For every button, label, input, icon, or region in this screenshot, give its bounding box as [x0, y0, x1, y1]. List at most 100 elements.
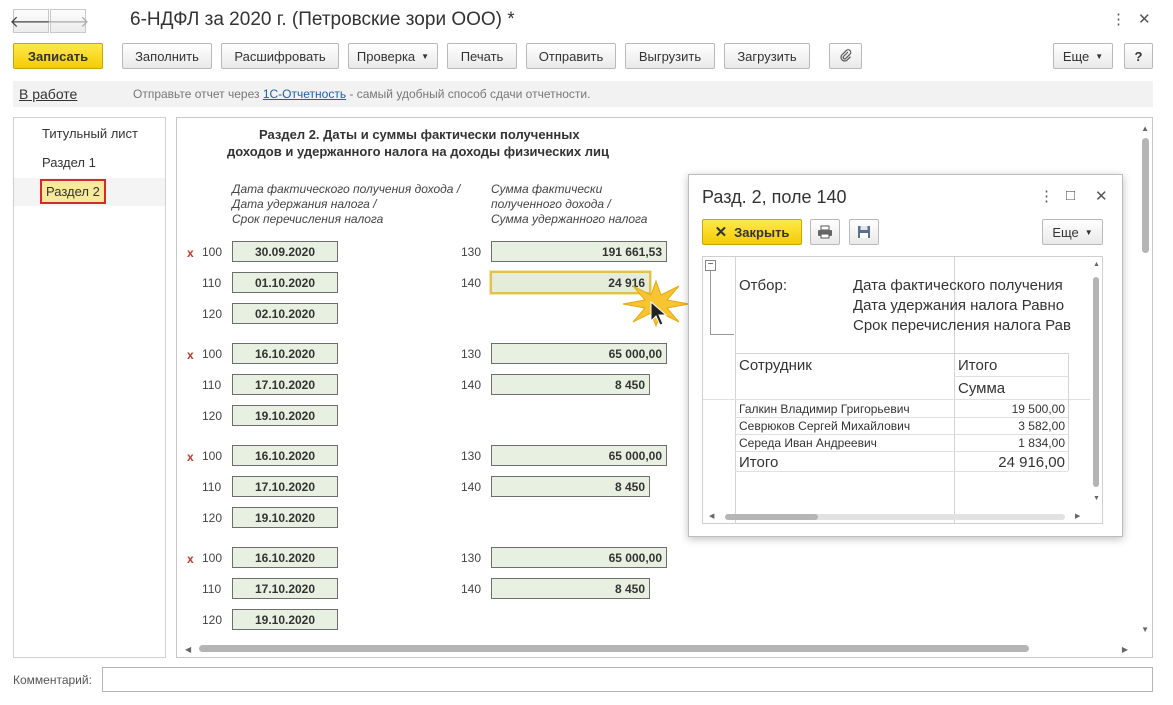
- date-field-100[interactable]: 16.10.2020: [232, 547, 338, 568]
- date-field-110[interactable]: 17.10.2020: [232, 578, 338, 599]
- row-code-120: 120: [202, 613, 223, 627]
- total-column-header: Итого: [958, 357, 998, 374]
- popup-more-dropdown[interactable]: Еще ▼: [1042, 219, 1103, 245]
- minus-box-icon[interactable]: −: [705, 260, 716, 271]
- fill-button[interactable]: Заполнить: [122, 43, 212, 69]
- scroll-left-icon[interactable]: ◀: [709, 512, 714, 520]
- date-field-120[interactable]: 19.10.2020: [232, 405, 338, 426]
- delete-block-icon[interactable]: x: [187, 450, 194, 464]
- employee-name: Севрюков Сергей Михайлович: [739, 419, 911, 433]
- delete-block-icon[interactable]: x: [187, 246, 194, 260]
- close-x-icon: ✕: [714, 224, 728, 241]
- popup-print-button[interactable]: [810, 219, 840, 245]
- sum-column-header: Сумма: [958, 380, 1006, 397]
- amount-field-130[interactable]: 191 661,53: [491, 241, 667, 262]
- date-field-100[interactable]: 16.10.2020: [232, 343, 338, 364]
- close-icon[interactable]: ✕: [1138, 10, 1151, 28]
- employee-sum: 19 500,00: [1011, 402, 1065, 416]
- save-button[interactable]: Записать: [13, 43, 103, 69]
- total-row-sum: 24 916,00: [998, 454, 1065, 471]
- sums-header-line3: Сумма удержанного налога: [491, 212, 648, 226]
- decode-popup-window: Разд. 2, поле 140 ⋮ □ ✕ ✕ Закрыть Еще ▼ − …: [688, 174, 1123, 537]
- grid-line: [735, 434, 1068, 435]
- sums-header-line2: полученного дохода /: [491, 197, 611, 211]
- check-dropdown-button[interactable]: Проверка ▼: [348, 43, 438, 69]
- comment-input[interactable]: [102, 667, 1153, 692]
- date-field-120[interactable]: 02.10.2020: [232, 303, 338, 324]
- more-button-label: Еще: [1062, 48, 1090, 64]
- popup-close-label: Закрыть: [734, 224, 790, 240]
- window-title: 6-НДФЛ за 2020 г. (Петровские зори ООО) …: [130, 9, 515, 30]
- export-button[interactable]: Выгрузить: [625, 43, 715, 69]
- sidebar-item-title-page[interactable]: Титульный лист: [42, 126, 138, 141]
- amount-field-130[interactable]: 65 000,00: [491, 547, 667, 568]
- scroll-right-icon[interactable]: ▶: [1122, 645, 1128, 654]
- report-vertical-scrollbar[interactable]: [1093, 277, 1099, 487]
- date-field-120[interactable]: 19.10.2020: [232, 507, 338, 528]
- section-title-line1: Раздел 2. Даты и суммы фактически получе…: [259, 127, 580, 142]
- send-button[interactable]: Отправить: [526, 43, 616, 69]
- kebab-menu-icon[interactable]: ⋮: [1111, 10, 1126, 28]
- decode-button[interactable]: Расшифровать: [221, 43, 339, 69]
- scroll-up-icon[interactable]: ▲: [1141, 124, 1149, 133]
- popup-save-button[interactable]: [849, 219, 879, 245]
- report-spreadsheet[interactable]: − Отбор: Дата фактического получения Дат…: [702, 256, 1103, 524]
- amount-field-130[interactable]: 65 000,00: [491, 343, 667, 364]
- section-nav: Титульный лист Раздел 1 Раздел 2: [13, 117, 166, 658]
- kebab-menu-icon[interactable]: ⋮: [1039, 187, 1054, 205]
- scroll-right-icon[interactable]: ▶: [1075, 512, 1080, 520]
- amount-field-130[interactable]: 65 000,00: [491, 445, 667, 466]
- back-button[interactable]: 🡐: [10, 9, 52, 33]
- forward-button[interactable]: 🡒: [47, 9, 89, 33]
- amount-field-140[interactable]: 8 450: [491, 476, 650, 497]
- reporting-link[interactable]: 1С-Отчетность: [263, 87, 346, 101]
- maximize-icon[interactable]: □: [1066, 187, 1075, 204]
- popup-title: Разд. 2, поле 140: [702, 187, 847, 207]
- attach-button[interactable]: [829, 43, 862, 69]
- delete-block-icon[interactable]: x: [187, 552, 194, 566]
- dates-header-line1: Дата фактического получения дохода /: [232, 182, 461, 196]
- horizontal-scrollbar[interactable]: [199, 645, 1029, 652]
- date-field-110[interactable]: 01.10.2020: [232, 272, 338, 293]
- report-horizontal-scrollbar[interactable]: [725, 514, 818, 520]
- date-field-110[interactable]: 17.10.2020: [232, 476, 338, 497]
- grid-line: [703, 399, 1090, 400]
- scroll-up-icon[interactable]: ▲: [1093, 261, 1100, 268]
- import-button[interactable]: Загрузить: [724, 43, 810, 69]
- vertical-scrollbar[interactable]: [1142, 138, 1149, 253]
- comment-label: Комментарий:: [13, 673, 92, 687]
- popup-close-button[interactable]: ✕ Закрыть: [702, 219, 802, 245]
- info-text-before: Отправьте отчет через: [133, 87, 263, 101]
- grid-line: [1068, 353, 1069, 471]
- dates-header-line2: Дата удержания налога /: [232, 197, 377, 211]
- delete-block-icon[interactable]: x: [187, 348, 194, 362]
- row-code-130: 130: [461, 347, 482, 361]
- group-line: [710, 334, 734, 335]
- scroll-down-icon[interactable]: ▼: [1141, 625, 1149, 634]
- amount-field-140[interactable]: 8 450: [491, 578, 650, 599]
- help-button[interactable]: ?: [1124, 43, 1153, 69]
- floppy-disk-icon: [858, 226, 870, 238]
- status-link[interactable]: В работе: [19, 86, 77, 102]
- row-code-140: 140: [461, 582, 482, 596]
- sidebar-item-section-2[interactable]: Раздел 2: [40, 179, 106, 204]
- employee-sum: 3 582,00: [1018, 419, 1065, 433]
- section-title-line2: доходов и удержанного налога на доходы ф…: [227, 144, 609, 159]
- amount-field-140[interactable]: 8 450: [491, 374, 650, 395]
- date-field-100[interactable]: 16.10.2020: [232, 445, 338, 466]
- close-icon[interactable]: ✕: [1095, 187, 1108, 205]
- date-field-110[interactable]: 17.10.2020: [232, 374, 338, 395]
- print-button[interactable]: Печать: [447, 43, 517, 69]
- row-code-140: 140: [461, 276, 482, 290]
- scroll-left-icon[interactable]: ◀: [185, 645, 191, 654]
- grid-line: [954, 376, 1068, 377]
- row-code-120: 120: [202, 511, 223, 525]
- more-dropdown-button[interactable]: Еще ▼: [1053, 43, 1113, 69]
- scroll-down-icon[interactable]: ▼: [1093, 495, 1100, 502]
- row-code-140: 140: [461, 378, 482, 392]
- date-field-120[interactable]: 19.10.2020: [232, 609, 338, 630]
- date-field-100[interactable]: 30.09.2020: [232, 241, 338, 262]
- row-code-140: 140: [461, 480, 482, 494]
- sidebar-item-section-1[interactable]: Раздел 1: [42, 155, 96, 170]
- check-button-label: Проверка: [356, 48, 416, 64]
